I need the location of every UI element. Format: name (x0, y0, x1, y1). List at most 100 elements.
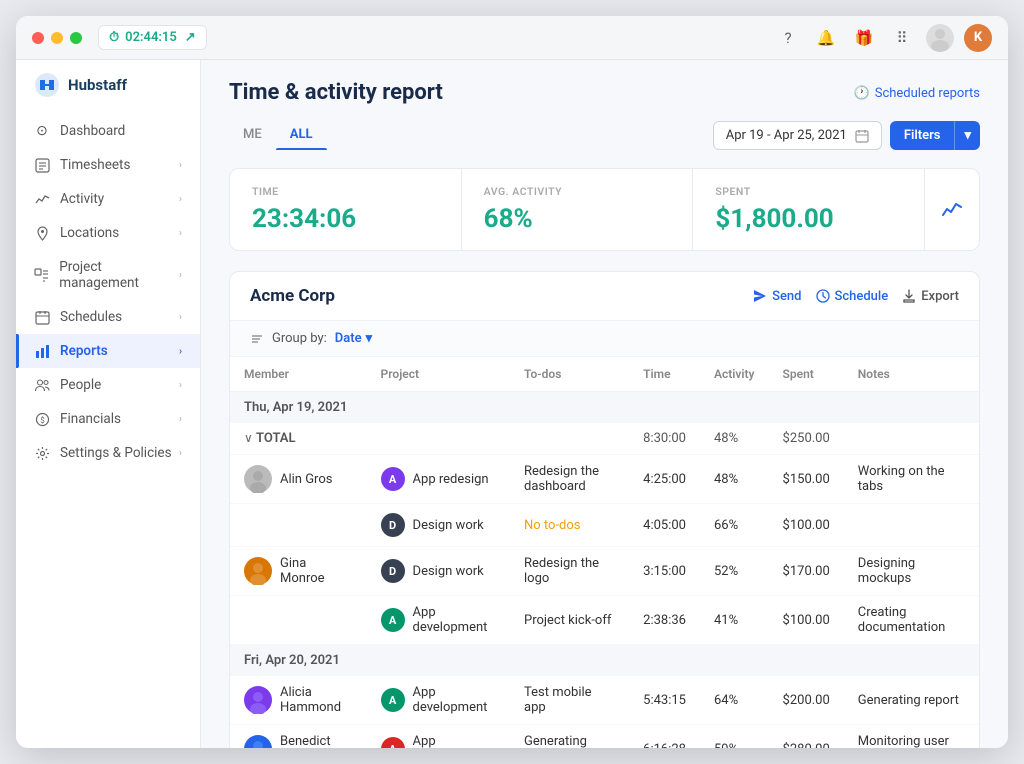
notes-cell: Creating documentation (844, 596, 979, 645)
activity-cell: 52% (700, 547, 769, 596)
user-avatar[interactable] (926, 24, 954, 52)
grid-icon[interactable]: ⠿ (888, 24, 916, 52)
sidebar-item-activity[interactable]: Activity › (16, 182, 200, 216)
sidebar-item-project-management[interactable]: Project management › (16, 250, 200, 300)
maximize-dot[interactable] (70, 32, 82, 44)
page-header: Time & activity report 🕐 Scheduled repor… (229, 80, 980, 105)
timesheets-icon (34, 157, 50, 173)
member-cell (230, 596, 367, 645)
time-cell: 5:43:15 (629, 676, 700, 725)
project-cell: D Design work (367, 504, 510, 547)
project-name: App deployment (413, 734, 496, 748)
project-cell: A App development (367, 596, 510, 645)
close-dot[interactable] (32, 32, 44, 44)
project-name: App development (413, 605, 496, 635)
table-row: Benedict Klein A App deployment Gene (230, 725, 979, 749)
tab-all[interactable]: ALL (276, 121, 327, 150)
minimize-dot[interactable] (51, 32, 63, 44)
filter-controls: Apr 19 - Apr 25, 2021 Filters ▾ (713, 121, 980, 150)
main-content: Time & activity report 🕐 Scheduled repor… (201, 60, 1008, 748)
svg-text:$: $ (40, 416, 45, 425)
stat-time-value: 23:34:06 (252, 204, 439, 234)
window-controls (32, 32, 82, 44)
total-spent: $250.00 (769, 423, 844, 455)
calendar-icon (855, 129, 869, 143)
member-avatar (244, 465, 272, 493)
sidebar-item-label: People (60, 377, 101, 393)
member-cell (230, 504, 367, 547)
tab-me[interactable]: ME (229, 121, 276, 150)
gift-icon[interactable]: 🎁 (850, 24, 878, 52)
spent-cell: $170.00 (769, 547, 844, 596)
report-table: Member Project To-dos Time Activity Spen… (230, 357, 979, 748)
settings-icon (34, 445, 50, 461)
activity-cell: 64% (700, 676, 769, 725)
sidebar-item-financials[interactable]: $ Financials › (16, 402, 200, 436)
sidebar-item-label: Schedules (60, 309, 122, 325)
launch-icon[interactable]: ↗ (185, 30, 196, 45)
chevron-icon: › (179, 346, 182, 357)
member-name: Alicia Hammond (280, 685, 353, 715)
sidebar-item-schedules[interactable]: Schedules › (16, 300, 200, 334)
schedule-icon (816, 289, 830, 303)
todos-cell: Project kick-off (510, 596, 629, 645)
main-layout: Hubstaff ⊙ Dashboard Timesheets (16, 60, 1008, 748)
todos-cell: Generating demo account (510, 725, 629, 749)
date-group-label: Thu, Apr 19, 2021 (230, 392, 979, 424)
scheduled-label: Scheduled reports (875, 86, 980, 101)
sidebar-item-settings[interactable]: Settings & Policies › (16, 436, 200, 470)
stat-chart-button[interactable] (924, 169, 979, 250)
total-label: ∨ TOTAL (230, 423, 629, 455)
sidebar-item-reports[interactable]: Reports › (16, 334, 200, 368)
tabs-filter-row: ME ALL Apr 19 - Apr 25, 2021 Filters ▾ (229, 121, 980, 150)
sidebar-navigation: ⊙ Dashboard Timesheets › (16, 114, 200, 736)
member-cell: Alin Gros (230, 455, 367, 504)
schedule-button[interactable]: Schedule (816, 289, 889, 304)
scheduled-reports-link[interactable]: 🕐 Scheduled reports (854, 86, 980, 101)
spent-cell: $100.00 (769, 504, 844, 547)
stat-spent: SPENT $1,800.00 (692, 169, 924, 250)
col-spent: Spent (769, 357, 844, 392)
bell-icon[interactable]: 🔔 (812, 24, 840, 52)
send-icon (753, 289, 767, 303)
help-icon[interactable]: ? (774, 24, 802, 52)
timer-display[interactable]: ⏱ 02:44:15 ↗ (98, 25, 207, 50)
project-cell: D Design work (367, 547, 510, 596)
date-group-row: Fri, Apr 20, 2021 (230, 645, 979, 677)
filters-button[interactable]: Filters ▾ (890, 121, 980, 150)
project-name: App redesign (413, 472, 489, 487)
dropdown-chevron-icon: ▾ (366, 331, 373, 346)
stat-activity-value: 68% (484, 204, 671, 234)
filters-chevron-icon[interactable]: ▾ (954, 121, 980, 150)
report-table-container: Member Project To-dos Time Activity Spen… (230, 357, 979, 748)
sidebar-item-timesheets[interactable]: Timesheets › (16, 148, 200, 182)
user-initial-badge[interactable]: K (964, 24, 992, 52)
project-badge: D (381, 559, 405, 583)
col-activity: Activity (700, 357, 769, 392)
titlebar-actions: ? 🔔 🎁 ⠿ K (774, 24, 992, 52)
time-cell: 6:16:28 (629, 725, 700, 749)
project-badge: A (381, 467, 405, 491)
date-range-picker[interactable]: Apr 19 - Apr 25, 2021 (713, 121, 882, 150)
project-cell: A App development (367, 676, 510, 725)
project-name: Design work (413, 564, 484, 579)
group-icon (250, 332, 264, 346)
notes-cell: Working on the tabs (844, 455, 979, 504)
chevron-icon: › (179, 380, 182, 391)
date-group-row: Thu, Apr 19, 2021 (230, 392, 979, 424)
export-button[interactable]: Export (902, 289, 959, 304)
total-time: 8:30:00 (629, 423, 700, 455)
group-by-value[interactable]: Date ▾ (335, 331, 372, 346)
sidebar-item-locations[interactable]: Locations › (16, 216, 200, 250)
sidebar-item-label: Activity (60, 191, 104, 207)
export-icon (902, 289, 916, 303)
people-icon (34, 377, 50, 393)
member-cell: Gina Monroe (230, 547, 367, 596)
sidebar-item-people[interactable]: People › (16, 368, 200, 402)
col-project: Project (367, 357, 510, 392)
sidebar-item-dashboard[interactable]: ⊙ Dashboard (16, 114, 200, 148)
project-cell: A App redesign (367, 455, 510, 504)
project-name: Design work (413, 518, 484, 533)
send-button[interactable]: Send (753, 289, 801, 304)
activity-cell: 66% (700, 504, 769, 547)
